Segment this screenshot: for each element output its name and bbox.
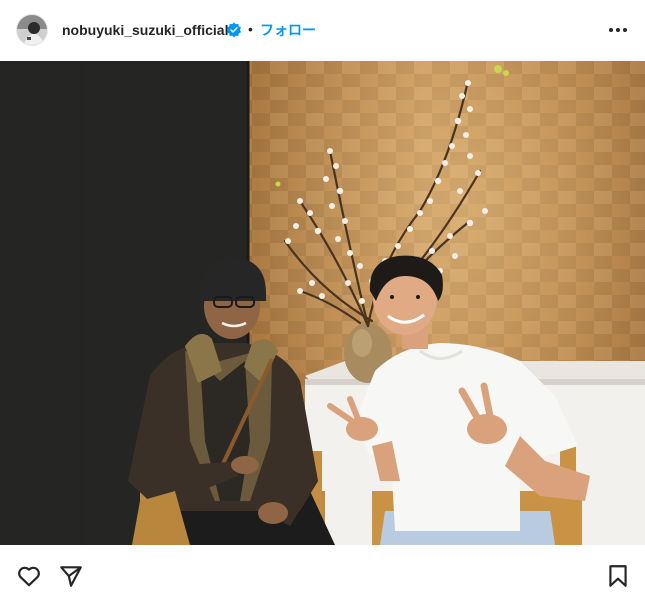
bookmark-icon[interactable] [605, 563, 631, 589]
more-options-icon[interactable] [604, 22, 632, 38]
follow-button[interactable]: フォロー [260, 21, 316, 39]
action-bar [0, 546, 645, 595]
send-icon[interactable] [58, 563, 84, 589]
username[interactable]: nobuyuki_suzuki_official [62, 21, 228, 39]
instagram-post: nobuyuki_suzuki_official • フォロー [0, 0, 645, 595]
verified-badge-icon [226, 22, 242, 38]
post-photo[interactable] [0, 61, 645, 545]
post-header: nobuyuki_suzuki_official • フォロー [0, 0, 645, 60]
separator-dot: • [248, 21, 253, 37]
avatar[interactable] [16, 14, 48, 46]
heart-icon[interactable] [16, 563, 42, 589]
